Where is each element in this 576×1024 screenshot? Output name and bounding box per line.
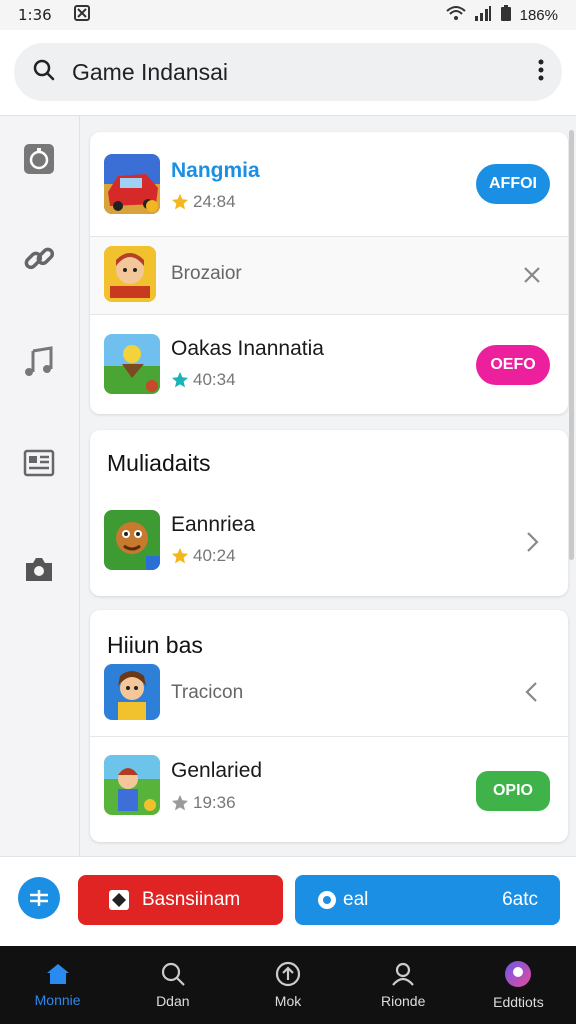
install-button[interactable]: OEFO xyxy=(476,345,550,385)
section-card: Hiiun bas Tracicon Genlaried 19:36 OPIO xyxy=(90,610,568,842)
signal-icon xyxy=(474,5,492,25)
app-name: Oakas Inannatia xyxy=(171,337,324,360)
search-icon xyxy=(161,962,185,986)
secondary-action-label: eal xyxy=(343,889,369,910)
search-icon xyxy=(32,58,56,87)
link-icon[interactable] xyxy=(22,242,56,276)
nav-item-profile[interactable]: Rionde xyxy=(346,946,461,1024)
install-button[interactable]: AFFOI xyxy=(476,164,550,204)
nav-label: Monnie xyxy=(34,992,81,1008)
app-thumbnail xyxy=(104,755,160,815)
list-item[interactable]: Eannriea 40:24 xyxy=(90,500,568,596)
section-title: Hiiun bas xyxy=(107,632,203,658)
status-bar: 1:36 186% xyxy=(0,0,576,30)
top-bar: Game Indansai xyxy=(0,30,576,116)
list-item[interactable]: Oakas Inannatia 40:34 OEFO xyxy=(90,315,568,414)
profile-avatar-icon xyxy=(505,961,532,987)
home-icon xyxy=(46,964,69,984)
nav-item-search[interactable]: Ddan xyxy=(115,946,230,1024)
app-rating: 19:36 xyxy=(171,793,236,813)
nav-item-upload[interactable]: Mok xyxy=(230,946,345,1024)
primary-action-button[interactable]: Basnsiinam xyxy=(78,875,283,925)
rating-value: 40:24 xyxy=(193,546,236,565)
rating-value: 24:84 xyxy=(193,192,236,211)
app-name: Nangmia xyxy=(171,159,260,182)
toggle-icon xyxy=(318,891,336,909)
person-icon xyxy=(392,962,415,986)
bottom-navigation: Monnie Ddan Mok Rionde Eddtiots xyxy=(0,946,576,1024)
nav-item-account[interactable]: Eddtiots xyxy=(461,946,576,1024)
action-bar: Basnsiinam eal 6atc xyxy=(0,856,576,946)
filter-icon xyxy=(30,890,48,906)
wifi-icon xyxy=(445,5,466,25)
app-list-card: Nangmia 24:84 AFFOI Brozaior Oakas Inann… xyxy=(90,132,568,414)
list-item[interactable]: Nangmia 24:84 AFFOI xyxy=(90,132,568,236)
app-thumbnail xyxy=(104,246,156,302)
nav-label: Rionde xyxy=(381,993,426,1009)
close-icon[interactable] xyxy=(518,261,546,289)
star-icon xyxy=(171,547,189,564)
nav-label: Mok xyxy=(274,993,302,1009)
app-name: Genlaried xyxy=(171,759,263,782)
more-vert-icon[interactable] xyxy=(538,59,544,86)
scrollbar[interactable] xyxy=(569,130,574,560)
grid-icon xyxy=(73,5,90,25)
list-item[interactable]: Genlaried 19:36 OPIO xyxy=(90,737,568,842)
app-name: Brozaior xyxy=(171,263,242,284)
rating-value: 40:34 xyxy=(193,370,236,389)
app-rating: 24:84 xyxy=(171,192,236,212)
filter-button[interactable] xyxy=(18,877,60,919)
nav-item-home[interactable]: Monnie xyxy=(0,946,115,1024)
primary-action-label: Basnsiinam xyxy=(142,889,241,910)
search-input[interactable]: Game Indansai xyxy=(72,59,228,86)
app-thumbnail xyxy=(104,334,160,394)
app-thumbnail xyxy=(104,510,160,570)
battery-level: 186% xyxy=(519,6,558,24)
app-name: Eannriea xyxy=(171,513,256,536)
secondary-action-button[interactable]: eal 6atc xyxy=(295,875,560,925)
camera-icon[interactable] xyxy=(22,552,56,586)
sidebar xyxy=(0,116,80,856)
star-icon xyxy=(171,794,189,811)
section-title: Muliadaits xyxy=(107,450,211,476)
app-name: Tracicon xyxy=(171,682,244,703)
star-icon xyxy=(171,193,189,210)
news-icon[interactable] xyxy=(22,446,56,480)
app-rating: 40:34 xyxy=(171,370,236,390)
list-item[interactable]: Tracicon xyxy=(90,658,568,736)
search-bar[interactable]: Game Indansai xyxy=(14,43,562,101)
app-rating: 40:24 xyxy=(171,546,236,566)
chevron-left-icon[interactable] xyxy=(518,678,546,706)
secondary-action-value: 6atc xyxy=(502,889,538,910)
install-button[interactable]: OPIO xyxy=(476,771,550,811)
list-item[interactable]: Brozaior xyxy=(90,237,568,314)
rating-value: 19:36 xyxy=(193,793,236,812)
battery-icon xyxy=(500,5,512,25)
star-icon xyxy=(171,371,189,388)
app-thumbnail xyxy=(104,154,160,214)
status-time: 1:36 xyxy=(18,6,52,24)
gamepad-icon xyxy=(109,890,129,910)
upload-icon xyxy=(275,961,301,987)
timer-icon[interactable] xyxy=(22,142,56,176)
music-note-icon[interactable] xyxy=(22,344,56,378)
section-card: Muliadaits Eannriea 40:24 xyxy=(90,430,568,596)
nav-label: Eddtiots xyxy=(493,994,544,1010)
app-thumbnail xyxy=(104,664,160,720)
chevron-right-icon[interactable] xyxy=(518,528,546,556)
nav-label: Ddan xyxy=(156,993,190,1009)
